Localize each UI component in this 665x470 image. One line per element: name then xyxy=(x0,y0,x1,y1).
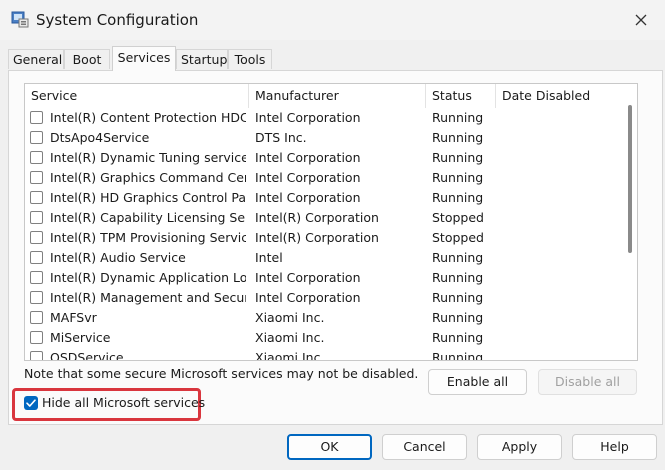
service-name: Intel(R) Audio Service xyxy=(50,250,186,265)
service-checkbox[interactable] xyxy=(30,331,43,344)
service-manufacturer: Intel Corporation xyxy=(255,270,361,285)
tab-startup[interactable]: Startup xyxy=(176,49,228,69)
service-manufacturer: Intel(R) Corporation xyxy=(255,230,379,245)
service-status: Running xyxy=(432,150,484,165)
service-status: Running xyxy=(432,130,484,145)
table-row[interactable]: OSDService Xiaomi Inc. Running xyxy=(25,348,625,361)
service-checkbox[interactable] xyxy=(30,131,43,144)
service-status: Running xyxy=(432,170,484,185)
service-status: Running xyxy=(432,330,484,345)
service-name: OSDService xyxy=(50,350,124,361)
column-header-date-disabled[interactable]: Date Disabled xyxy=(496,84,622,108)
scroll-thumb[interactable] xyxy=(628,105,632,253)
services-list[interactable]: Service Manufacturer Status Date Disable… xyxy=(24,83,638,361)
table-row[interactable]: Intel(R) HD Graphics Control Pa... Intel … xyxy=(25,188,625,208)
service-manufacturer: Intel Corporation xyxy=(255,110,361,125)
hide-microsoft-services-label[interactable]: Hide all Microsoft services xyxy=(42,395,205,410)
table-row[interactable]: Intel(R) TPM Provisioning Service Intel(R… xyxy=(25,228,625,248)
apply-button[interactable]: Apply xyxy=(477,434,562,460)
close-button[interactable] xyxy=(626,6,656,34)
column-header-status[interactable]: Status xyxy=(426,84,496,108)
service-manufacturer: Intel Corporation xyxy=(255,190,361,205)
service-status: Stopped xyxy=(432,230,484,245)
service-status: Running xyxy=(432,190,484,205)
table-row[interactable]: Intel(R) Content Protection HDC... Intel … xyxy=(25,108,625,128)
enable-all-button[interactable]: Enable all xyxy=(428,369,527,395)
service-status: Running xyxy=(432,350,484,361)
service-checkbox[interactable] xyxy=(30,291,43,304)
tab-general[interactable]: General xyxy=(8,49,64,69)
service-checkbox[interactable] xyxy=(30,111,43,124)
service-name: Intel(R) TPM Provisioning Service xyxy=(50,230,246,245)
table-row[interactable]: MAFSvr Xiaomi Inc. Running xyxy=(25,308,625,328)
table-row[interactable]: Intel(R) Graphics Command Cen... Intel Co… xyxy=(25,168,625,188)
service-name: MAFSvr xyxy=(50,310,97,325)
service-name: DtsApo4Service xyxy=(50,130,150,145)
service-name: Intel(R) Management and Secur... xyxy=(50,290,246,305)
service-name: Intel(R) Dynamic Application Loa... xyxy=(50,270,246,285)
help-button[interactable]: Help xyxy=(572,434,657,460)
service-status: Running xyxy=(432,110,484,125)
service-checkbox[interactable] xyxy=(30,231,43,244)
ok-button[interactable]: OK xyxy=(287,434,372,460)
service-name: Intel(R) Content Protection HDC... xyxy=(50,110,246,125)
system-configuration-icon xyxy=(11,11,29,28)
column-header-manufacturer[interactable]: Manufacturer xyxy=(249,84,426,108)
service-checkbox[interactable] xyxy=(30,351,43,360)
column-header-service[interactable]: Service xyxy=(25,84,249,108)
table-row[interactable]: DtsApo4Service DTS Inc. Running xyxy=(25,128,625,148)
title-bar: System Configuration xyxy=(0,0,665,40)
service-manufacturer: DTS Inc. xyxy=(255,130,307,145)
window-title: System Configuration xyxy=(36,11,199,29)
service-status: Running xyxy=(432,290,484,305)
service-manufacturer: Xiaomi Inc. xyxy=(255,350,325,361)
table-row[interactable]: Intel(R) Capability Licensing Ser... Inte… xyxy=(25,208,625,228)
cancel-button[interactable]: Cancel xyxy=(382,434,467,460)
service-name: Intel(R) HD Graphics Control Pa... xyxy=(50,190,246,205)
disable-all-button[interactable]: Disable all xyxy=(538,369,637,395)
service-manufacturer: Intel Corporation xyxy=(255,290,361,305)
table-row[interactable]: Intel(R) Dynamic Tuning service Intel Cor… xyxy=(25,148,625,168)
service-checkbox[interactable] xyxy=(30,271,43,284)
service-manufacturer: Intel Corporation xyxy=(255,170,361,185)
service-manufacturer: Intel xyxy=(255,250,283,265)
secure-services-note: Note that some secure Microsoft services… xyxy=(24,366,419,381)
close-icon xyxy=(635,14,647,26)
service-name: Intel(R) Dynamic Tuning service xyxy=(50,150,246,165)
table-row[interactable]: Intel(R) Management and Secur... Intel Co… xyxy=(25,288,625,308)
service-manufacturer: Xiaomi Inc. xyxy=(255,330,325,345)
service-checkbox[interactable] xyxy=(30,251,43,264)
tab-tools[interactable]: Tools xyxy=(228,49,272,69)
service-checkbox[interactable] xyxy=(30,171,43,184)
service-name: Intel(R) Graphics Command Cen... xyxy=(50,170,246,185)
service-manufacturer: Intel(R) Corporation xyxy=(255,210,379,225)
service-checkbox[interactable] xyxy=(30,311,43,324)
service-status: Running xyxy=(432,250,484,265)
service-name: Intel(R) Capability Licensing Ser... xyxy=(50,210,246,225)
service-checkbox[interactable] xyxy=(30,191,43,204)
service-manufacturer: Intel Corporation xyxy=(255,150,361,165)
service-status: Stopped xyxy=(432,210,484,225)
table-row[interactable]: Intel(R) Audio Service Intel Running xyxy=(25,248,625,268)
tab-services[interactable]: Services xyxy=(112,46,176,71)
table-row[interactable]: MiService Xiaomi Inc. Running xyxy=(25,328,625,348)
checkmark-icon xyxy=(26,399,36,407)
service-status: Running xyxy=(432,270,484,285)
service-name: MiService xyxy=(50,330,111,345)
tab-boot[interactable]: Boot xyxy=(64,49,110,69)
hide-microsoft-services-checkbox[interactable] xyxy=(24,396,38,410)
table-row[interactable]: Intel(R) Dynamic Application Loa... Intel… xyxy=(25,268,625,288)
service-status: Running xyxy=(432,310,484,325)
vertical-scrollbar[interactable] xyxy=(624,85,636,359)
service-checkbox[interactable] xyxy=(30,151,43,164)
service-checkbox[interactable] xyxy=(30,211,43,224)
service-manufacturer: Xiaomi Inc. xyxy=(255,310,325,325)
